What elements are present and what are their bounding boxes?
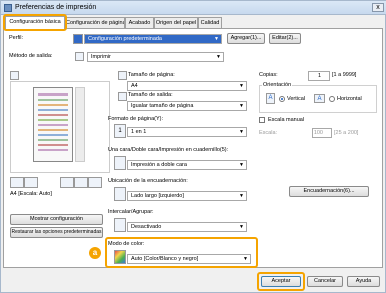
collate-label: Intercalar/Agrupar:	[108, 209, 154, 215]
view-mode-icon[interactable]	[74, 177, 88, 188]
page-size-select[interactable]: A4 ▼	[127, 81, 247, 91]
copies-value: 1	[317, 73, 321, 79]
callout-badge: a	[89, 247, 101, 259]
output-size-icon	[118, 92, 127, 101]
tab-finishing[interactable]: Acabado	[125, 17, 154, 28]
profile-value: Configuración predeterminada	[88, 36, 162, 42]
preview-line	[38, 93, 68, 96]
duplex-icon	[114, 156, 126, 170]
output-size-value: Igualar tamaño de página	[131, 103, 194, 109]
printer-app-icon	[4, 4, 12, 12]
accept-highlight	[257, 272, 305, 291]
preview-line	[38, 119, 68, 121]
cancel-button[interactable]: Cancelar	[307, 276, 343, 287]
page-size-icon	[118, 71, 127, 80]
restore-defaults-button[interactable]: Restaurar las opciones predeterminadas	[10, 227, 103, 238]
horizontal-radio[interactable]	[329, 96, 335, 102]
view-mode-icon[interactable]	[10, 177, 24, 188]
view-mode-icon[interactable]	[24, 177, 38, 188]
preview-line	[38, 99, 68, 101]
preview-line	[38, 104, 68, 106]
output-size-label: Tamaño de salida:	[128, 92, 173, 98]
collate-icon	[114, 218, 126, 232]
copies-label: Copias:	[259, 72, 278, 78]
duplex-value: Impresión a doble cara	[131, 162, 187, 168]
preview-line	[38, 114, 68, 116]
duplex-select[interactable]: Impresión a doble cara ▼	[127, 160, 247, 170]
preview-line	[38, 139, 68, 141]
print-preview	[10, 81, 110, 173]
chevron-down-icon: ▼	[239, 103, 244, 109]
preview-line	[38, 129, 68, 131]
output-method-select[interactable]: Imprimir ▼	[87, 52, 224, 62]
chevron-down-icon: ▼	[239, 193, 244, 199]
color-mode-highlight	[105, 237, 258, 268]
scale-value: 100	[313, 130, 323, 136]
window-title: Preferencias de impresión	[15, 4, 97, 11]
output-method-value: Imprimir	[91, 54, 111, 60]
scale-label: Escala:	[259, 130, 278, 136]
preview-line	[38, 134, 68, 136]
page-size-label: Tamaño de página:	[128, 72, 175, 78]
profile-icon	[73, 34, 83, 44]
output-method-label: Método de salida:	[9, 53, 53, 59]
tab-page-setup[interactable]: Configuración de página	[65, 17, 125, 28]
tab-highlight	[3, 14, 67, 31]
output-size-select[interactable]: Igualar tamaño de página ▼	[127, 101, 247, 111]
profile-select[interactable]: Configuración predeterminada ▼	[84, 34, 222, 44]
landscape-icon: A	[314, 94, 325, 103]
edit-profile-button[interactable]: Editar(2)...	[269, 33, 301, 44]
add-profile-button[interactable]: Agregar(1)...	[227, 33, 265, 44]
duplex-label: Una cara/Doble cara/Impresión en cuadern…	[108, 147, 229, 153]
preview-toggle-icon[interactable]	[10, 71, 19, 80]
page-layout-select[interactable]: 1 en 1 ▼	[127, 127, 247, 137]
copies-range: [1 a 9999]	[332, 72, 357, 78]
page-layout-label: Formato de página(Y):	[108, 116, 164, 122]
printer-icon	[75, 52, 84, 61]
preview-line	[38, 124, 68, 126]
close-button[interactable]: x	[372, 3, 384, 12]
preview-page-shadow	[75, 87, 85, 162]
chevron-down-icon: ▼	[239, 129, 244, 135]
collate-value: Desactivado	[131, 224, 162, 230]
view-mode-icon[interactable]	[88, 177, 102, 188]
profile-label: Perfil:	[9, 35, 24, 41]
page-layout-value: 1 en 1	[131, 129, 147, 135]
chevron-down-icon: ▼	[216, 54, 221, 60]
binding-label: Ubicación de la encuadernación:	[108, 178, 188, 184]
title-bar: Preferencias de impresión x	[1, 1, 386, 15]
preview-page	[33, 87, 73, 162]
binding-margin-button[interactable]: Encuadernación(6)...	[289, 186, 369, 197]
view-mode-icon[interactable]	[60, 177, 74, 188]
preview-line	[38, 149, 68, 151]
chevron-down-icon: ▼	[239, 162, 244, 168]
preview-line	[38, 109, 68, 111]
preview-status: A4 [Escala: Auto]	[10, 191, 52, 197]
vertical-radio[interactable]	[279, 96, 285, 102]
binding-icon	[114, 187, 126, 201]
preview-line	[38, 144, 68, 146]
tab-paper-source[interactable]: Origen del papel	[154, 17, 198, 28]
horizontal-label: Horizontal	[337, 96, 362, 102]
page-size-value: A4	[131, 83, 138, 89]
scale-range: [25 a 200]	[334, 130, 359, 136]
chevron-down-icon: ▼	[239, 224, 244, 230]
copies-stepper[interactable]: 1	[308, 71, 330, 81]
show-settings-button[interactable]: Mostrar configuración	[10, 214, 103, 225]
binding-select[interactable]: Lado largo [izquierdo] ▼	[127, 191, 247, 201]
portrait-icon: A	[266, 93, 275, 104]
manual-scale-checkbox[interactable]	[259, 117, 265, 123]
help-button[interactable]: Ayuda	[347, 276, 380, 287]
manual-scale-label: Escala manual	[268, 117, 305, 123]
orientation-label: Orientación	[262, 82, 293, 88]
tab-quality[interactable]: Calidad	[198, 17, 222, 28]
page-layout-icon: 1	[114, 124, 126, 138]
scale-stepper[interactable]: 100	[312, 128, 332, 138]
chevron-down-icon: ▼	[239, 83, 244, 89]
binding-value: Lado largo [izquierdo]	[131, 193, 184, 199]
chevron-down-icon: ▼	[214, 36, 219, 42]
collate-select[interactable]: Desactivado ▼	[127, 222, 247, 232]
vertical-label: Vertical	[287, 96, 306, 102]
